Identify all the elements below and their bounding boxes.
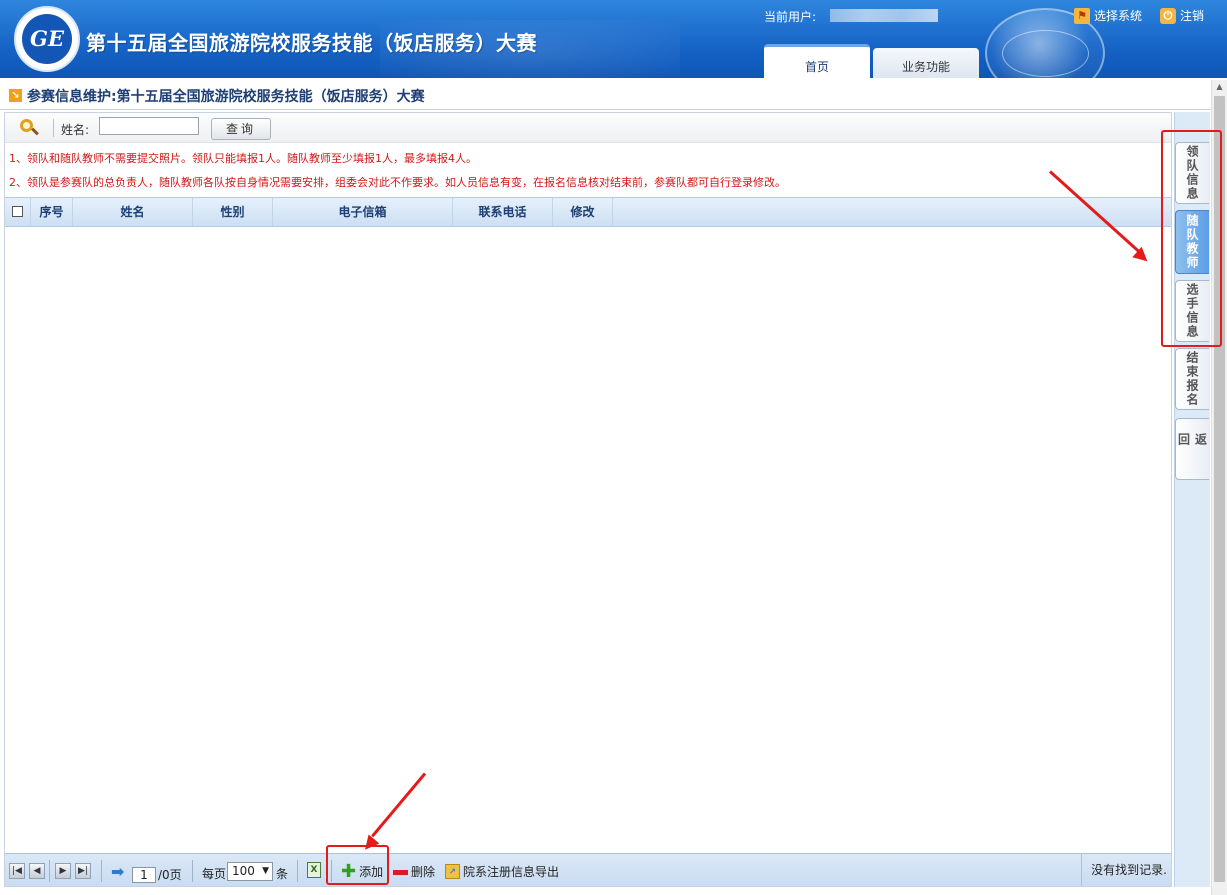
app-header: GE 第十五届全国旅游院校服务技能（饭店服务）大赛 当前用户: ⚑ 选择系统 ⏻… [0, 0, 1227, 78]
tab-home[interactable]: 首页 [764, 44, 870, 78]
logo: GE [14, 6, 80, 72]
export-registration-button[interactable]: ↗ 院系注册信息导出 [445, 863, 559, 880]
next-page-icon[interactable]: ▶ [55, 863, 71, 879]
current-user-name-redacted [830, 9, 938, 22]
main-panel: 姓名: 查询 1、领队和随队教师不需要提交照片。领队只能填报1人。随队教师至少填… [4, 112, 1172, 887]
column-header-email[interactable]: 电子信箱 [273, 198, 453, 226]
power-icon: ⏻ [1160, 7, 1176, 24]
page-number-input[interactable]: 1 [132, 867, 156, 883]
breadcrumb: ↘ 参赛信息维护:第十五届全国旅游院校服务技能（饭店服务）大赛 [0, 80, 1227, 110]
name-search-input[interactable] [99, 117, 199, 135]
scroll-up-icon[interactable]: ▲ [1212, 80, 1227, 94]
notice-text: 2、领队是参赛队的总负责人，随队教师各队按自身情况需要安排，组委会对此不作要求。… [9, 176, 786, 189]
pager-toolbar: |◀ ◀ ▶ ▶| ➡ 1 /0页 每页 100 ▼ 条 X ✚ 添加 删除 ↗… [5, 853, 1171, 886]
minus-icon [393, 869, 408, 875]
column-header-gender[interactable]: 性别 [193, 198, 273, 226]
last-page-icon[interactable]: ▶| [75, 863, 91, 879]
search-icon [20, 119, 39, 137]
tab-business-functions[interactable]: 业务功能 [873, 48, 979, 78]
breadcrumb-arrow-icon: ↘ [9, 89, 22, 102]
prev-page-icon[interactable]: ◀ [29, 863, 45, 879]
query-button[interactable]: 查询 [211, 118, 271, 140]
excel-export-icon[interactable]: X [307, 862, 321, 878]
current-user-label: 当前用户: [764, 10, 817, 24]
delete-button[interactable]: 删除 [393, 863, 435, 880]
page-title: 参赛信息维护:第十五届全国旅游院校服务技能（饭店服务）大赛 [27, 89, 425, 105]
first-page-icon[interactable]: |◀ [9, 863, 25, 879]
per-page-select[interactable]: 100 ▼ [227, 862, 273, 881]
name-label: 姓名: [61, 123, 90, 137]
column-header-edit[interactable]: 修改 [553, 198, 613, 226]
annotation-highlight-side-tabs [1161, 130, 1222, 347]
column-header-seq[interactable]: 序号 [31, 198, 73, 226]
side-tab-back[interactable]: 返回 [1175, 418, 1209, 480]
grid-header: 序号 姓名 性别 电子信箱 联系电话 修改 [5, 197, 1171, 227]
column-header-name[interactable]: 姓名 [73, 198, 193, 226]
select-all-checkbox[interactable] [5, 198, 31, 226]
side-tab-end-registration[interactable]: 结束报名 [1175, 348, 1209, 410]
logo-text: GE [30, 26, 64, 51]
search-bar: 姓名: 查询 [5, 113, 1171, 143]
logout-button[interactable]: ⏻ 注销 [1160, 7, 1204, 24]
per-page-unit: 条 [276, 867, 289, 881]
total-pages: /0页 [158, 868, 182, 882]
export-icon: ↗ [445, 864, 460, 879]
go-page-arrow-icon[interactable]: ➡ [111, 862, 124, 881]
annotation-highlight-add-button [326, 845, 389, 885]
notice-text: 1、领队和随队教师不需要提交照片。领队只能填报1人。随队教师至少填报1人，最多填… [9, 152, 477, 165]
chevron-down-icon: ▼ [262, 866, 269, 876]
column-header-phone[interactable]: 联系电话 [453, 198, 553, 226]
select-system-button[interactable]: ⚑ 选择系统 [1074, 7, 1142, 24]
site-title: 第十五届全国旅游院校服务技能（饭店服务）大赛 [86, 31, 537, 55]
record-status: 没有找到记录. [1081, 854, 1171, 886]
per-page-label: 每页 [202, 867, 227, 881]
runner-icon: ⚑ [1074, 7, 1090, 24]
